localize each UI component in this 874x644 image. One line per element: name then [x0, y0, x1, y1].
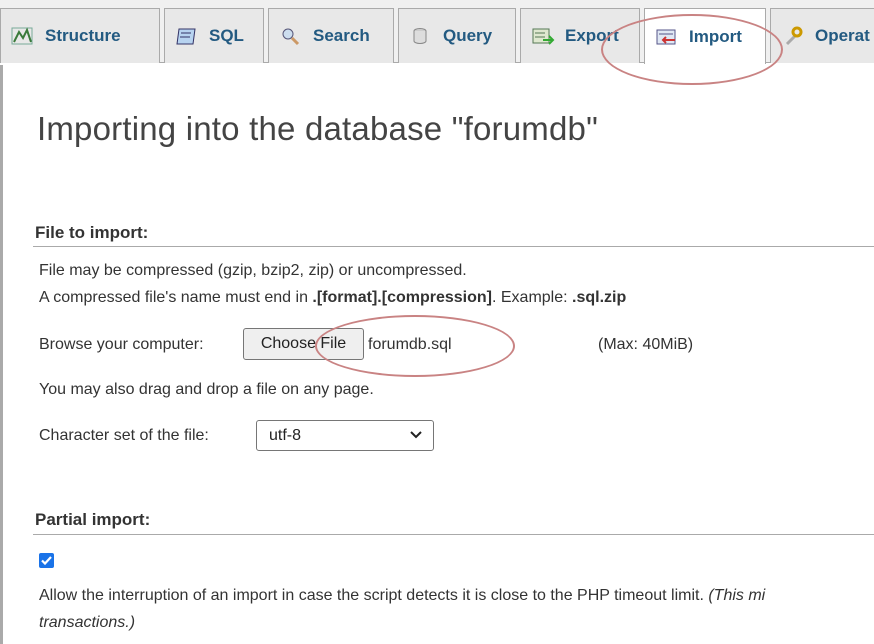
max-size-label: (Max: 40MiB)	[598, 336, 694, 353]
tab-search[interactable]: Search	[268, 8, 394, 63]
tab-label: Structure	[45, 26, 121, 45]
charset-value: utf-8	[269, 426, 302, 444]
structure-icon	[11, 26, 35, 46]
left-border	[0, 65, 3, 644]
partial-import-title: Partial import:	[35, 510, 151, 529]
drag-drop-note: You may also drag and drop a file on any…	[39, 381, 374, 398]
allow-interruption-text-cont: transactions.)	[39, 614, 136, 631]
query-icon	[409, 26, 433, 46]
compression-note: File may be compressed (gzip, bzip2, zip…	[39, 262, 467, 279]
browse-label: Browse your computer:	[39, 336, 204, 353]
tab-structure[interactable]: Structure	[0, 8, 160, 63]
checkmark-icon	[41, 556, 52, 566]
charset-select[interactable]: utf-8	[256, 420, 434, 451]
section-divider	[33, 246, 874, 247]
tab-label: Operat	[815, 26, 870, 45]
allow-interruption-checkbox[interactable]	[39, 553, 54, 568]
export-icon	[531, 26, 555, 46]
page-title: Importing into the database "forumdb"	[37, 110, 598, 147]
tab-label: Query	[443, 26, 493, 45]
annotation-circle	[315, 315, 515, 377]
tab-label: SQL	[209, 26, 244, 45]
sql-icon	[175, 26, 199, 46]
search-icon	[279, 26, 303, 46]
tab-sql[interactable]: SQL	[164, 8, 264, 63]
file-import-title: File to import:	[35, 223, 149, 242]
chevron-down-icon	[409, 427, 423, 448]
tab-label: Search	[313, 26, 370, 45]
annotation-circle	[601, 14, 783, 85]
tab-query[interactable]: Query	[398, 8, 516, 63]
allow-interruption-text: Allow the interruption of an import in c…	[39, 587, 766, 604]
charset-label: Character set of the file:	[39, 427, 209, 444]
section-divider	[33, 534, 874, 535]
operations-icon	[781, 26, 805, 46]
compression-format-note: A compressed file's name must end in .[f…	[39, 289, 627, 306]
tab-operations[interactable]: Operat	[770, 8, 874, 63]
